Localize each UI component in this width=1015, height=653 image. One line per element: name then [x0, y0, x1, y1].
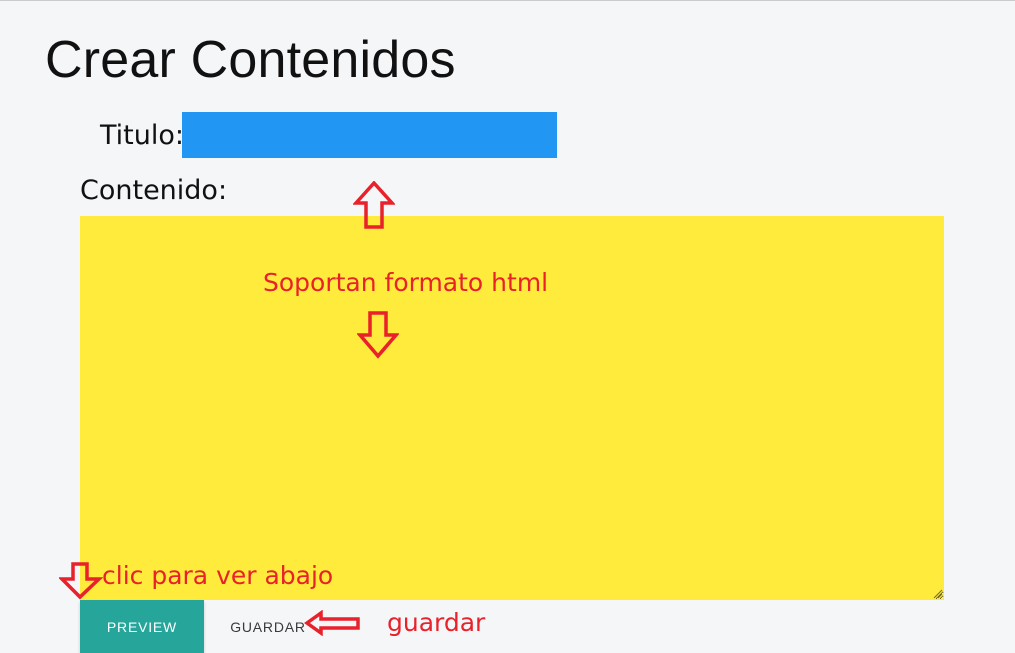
preview-button[interactable]: PREVIEW [80, 600, 204, 653]
titulo-input[interactable] [182, 112, 557, 158]
resize-grip-icon[interactable] [931, 587, 943, 599]
page-title: Crear Contenidos [45, 31, 456, 89]
annotation-preview-hint: clic para ver abajo [102, 561, 334, 590]
top-divider [0, 0, 1015, 1]
down-arrow-icon [357, 311, 399, 359]
annotation-html-support: Soportan formato html [263, 268, 549, 297]
annotation-guardar-hint: guardar [387, 608, 486, 637]
contenido-label: Contenido: [80, 175, 228, 206]
left-arrow-icon [304, 610, 360, 636]
guardar-button[interactable]: GUARDAR [222, 608, 314, 646]
up-arrow-icon [353, 181, 395, 229]
titulo-label: Titulo: [100, 120, 184, 151]
down-arrow-icon [59, 562, 103, 600]
